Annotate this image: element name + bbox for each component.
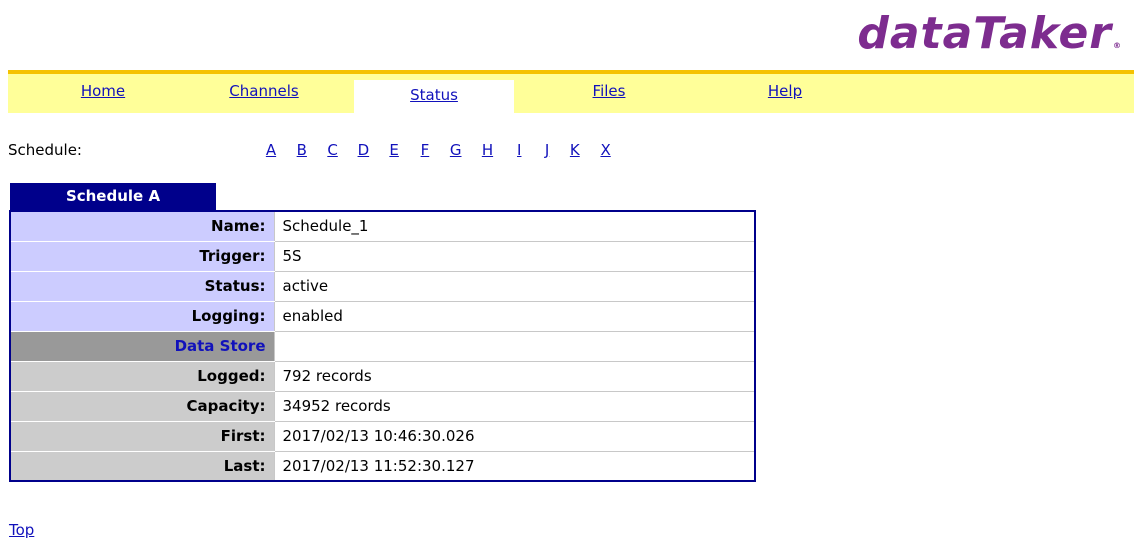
tab-help[interactable]: Help	[740, 74, 830, 113]
data-store-section-row: Data Store	[10, 331, 755, 362]
row-value-first: 2017/02/13 10:46:30.026	[273, 421, 755, 452]
tab-home[interactable]: Home	[48, 74, 158, 113]
data-store-heading: Data Store	[10, 331, 274, 362]
table-row: Trigger: 5S	[10, 241, 755, 272]
row-label-name: Name:	[10, 211, 274, 242]
data-store-heading-blank	[273, 331, 755, 362]
schedule-link-d[interactable]: D	[350, 141, 376, 159]
row-label-status: Status:	[10, 271, 274, 302]
row-value-logging: enabled	[273, 301, 755, 332]
table-row: Name: Schedule_1	[10, 211, 755, 242]
row-value-name: Schedule_1	[273, 211, 755, 242]
table-row: Logged: 792 records	[10, 361, 755, 392]
page: dataTaker® Home Channels Status Files He…	[0, 0, 1142, 544]
row-value-capacity: 34952 records	[273, 391, 755, 422]
row-value-trigger: 5S	[273, 241, 755, 272]
row-label-logged: Logged:	[10, 361, 274, 392]
row-value-last: 2017/02/13 11:52:30.127	[273, 451, 755, 481]
row-value-logged: 792 records	[273, 361, 755, 392]
schedule-heading: Schedule A	[10, 183, 216, 210]
datataker-logo: dataTaker®	[857, 8, 1122, 59]
schedule-link-k[interactable]: K	[562, 141, 588, 159]
row-label-capacity: Capacity:	[10, 391, 274, 422]
table-row: First: 2017/02/13 10:46:30.026	[10, 421, 755, 452]
schedule-selector: A B C D E F G H I J K X	[258, 141, 619, 159]
top-link[interactable]: Top	[9, 521, 34, 539]
schedule-link-i[interactable]: I	[506, 141, 532, 159]
row-label-last: Last:	[10, 451, 274, 481]
schedule-link-j[interactable]: J	[537, 141, 557, 159]
schedule-info-table: Name: Schedule_1 Trigger: 5S Status: act…	[9, 210, 756, 482]
schedule-link-g[interactable]: G	[443, 141, 469, 159]
schedule-link-f[interactable]: F	[412, 141, 438, 159]
table-row: Last: 2017/02/13 11:52:30.127	[10, 451, 755, 481]
schedule-link-h[interactable]: H	[473, 141, 501, 159]
row-value-status: active	[273, 271, 755, 302]
nav-bar: Home Channels Status Files Help	[8, 70, 1134, 113]
schedule-link-c[interactable]: C	[320, 141, 346, 159]
table-row: Logging: enabled	[10, 301, 755, 332]
schedule-link-b[interactable]: B	[289, 141, 315, 159]
tab-status[interactable]: Status	[354, 80, 514, 113]
table-row: Status: active	[10, 271, 755, 302]
row-label-first: First:	[10, 421, 274, 452]
row-label-trigger: Trigger:	[10, 241, 274, 272]
schedule-link-a[interactable]: A	[258, 141, 284, 159]
table-row: Capacity: 34952 records	[10, 391, 755, 422]
tab-channels[interactable]: Channels	[204, 74, 324, 113]
tab-files[interactable]: Files	[554, 74, 664, 113]
schedule-link-e[interactable]: E	[381, 141, 407, 159]
schedule-selector-label: Schedule:	[8, 141, 82, 159]
schedule-link-x[interactable]: X	[593, 141, 619, 159]
row-label-logging: Logging:	[10, 301, 274, 332]
